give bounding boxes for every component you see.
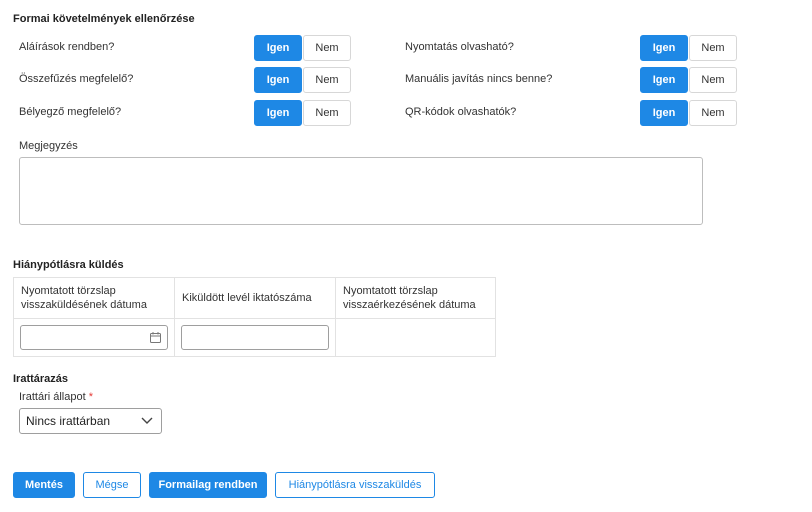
toggle-qrkod: Igen Nem bbox=[640, 100, 737, 126]
irattari-allapot-text: Irattári állapot bbox=[19, 391, 86, 403]
question-osszefuzes-label: Összefűzés megfelelő? bbox=[19, 73, 134, 85]
belyegzo-igen-button[interactable]: Igen bbox=[254, 100, 302, 126]
formally-ok-button[interactable]: Formailag rendben bbox=[149, 472, 267, 498]
visszakuldes-date-input[interactable] bbox=[20, 325, 168, 350]
col-visszakuldes-datum-header: Nyomtatott törzslap visszaküldésének dát… bbox=[13, 277, 175, 319]
note-label: Megjegyzés bbox=[19, 140, 78, 152]
hianypotlas-section-title: Hiánypótlásra küldés bbox=[13, 259, 124, 271]
question-belyegzo-label: Bélyegző megfelelő? bbox=[19, 106, 122, 118]
manualis-igen-button[interactable]: Igen bbox=[640, 67, 688, 93]
qrkod-igen-button[interactable]: Igen bbox=[640, 100, 688, 126]
toggle-osszefuzes: Igen Nem bbox=[254, 67, 351, 93]
manualis-nem-button[interactable]: Nem bbox=[689, 67, 737, 93]
belyegzo-nem-button[interactable]: Nem bbox=[303, 100, 351, 126]
iktatoszam-input[interactable] bbox=[181, 325, 329, 350]
cell-iktatoszam bbox=[174, 318, 336, 357]
hianypotlas-table: Nyomtatott törzslap visszaküldésének dát… bbox=[13, 277, 496, 357]
nyomtatas-igen-button[interactable]: Igen bbox=[640, 35, 688, 61]
note-textarea[interactable] bbox=[19, 157, 703, 225]
chevron-down-icon bbox=[141, 417, 153, 424]
toggle-alairasok: Igen Nem bbox=[254, 35, 351, 61]
toggle-manualis: Igen Nem bbox=[640, 67, 737, 93]
question-qrkod-label: QR-kódok olvashatók? bbox=[405, 106, 517, 118]
alairasok-nem-button[interactable]: Nem bbox=[303, 35, 351, 61]
table-row bbox=[13, 318, 496, 357]
calendar-icon[interactable] bbox=[150, 332, 161, 343]
cell-visszakuldes-datum bbox=[13, 318, 175, 357]
irattari-allapot-select[interactable]: Nincs irattárban bbox=[19, 408, 162, 434]
qrkod-nem-button[interactable]: Nem bbox=[689, 100, 737, 126]
table-header-row: Nyomtatott törzslap visszaküldésének dát… bbox=[13, 277, 496, 319]
cell-visszaerkezes-datum bbox=[335, 318, 496, 357]
question-nyomtatas-label: Nyomtatás olvasható? bbox=[405, 41, 514, 53]
osszefuzes-igen-button[interactable]: Igen bbox=[254, 67, 302, 93]
col-iktatoszam-header: Kiküldött levél iktatószáma bbox=[174, 277, 336, 319]
required-mark: * bbox=[88, 391, 93, 403]
irattari-allapot-label: Irattári állapot * bbox=[19, 391, 93, 403]
formai-section-title: Formai követelmények ellenőrzése bbox=[13, 13, 195, 25]
osszefuzes-nem-button[interactable]: Nem bbox=[303, 67, 351, 93]
question-alairasok-label: Aláírások rendben? bbox=[19, 41, 115, 53]
question-manualis-label: Manuális javítás nincs benne? bbox=[405, 73, 553, 85]
nyomtatas-nem-button[interactable]: Nem bbox=[689, 35, 737, 61]
toggle-nyomtatas: Igen Nem bbox=[640, 35, 737, 61]
toggle-belyegzo: Igen Nem bbox=[254, 100, 351, 126]
save-button[interactable]: Mentés bbox=[13, 472, 75, 498]
cancel-button[interactable]: Mégse bbox=[83, 472, 141, 498]
col-visszaerkezes-datum-header: Nyomtatott törzslap visszaérkezésének dá… bbox=[335, 277, 496, 319]
irattari-allapot-value: Nincs irattárban bbox=[26, 414, 111, 428]
irattarazas-section-title: Irattárazás bbox=[13, 373, 69, 385]
send-back-button[interactable]: Hiánypótlásra visszaküldés bbox=[275, 472, 435, 498]
alairasok-igen-button[interactable]: Igen bbox=[254, 35, 302, 61]
